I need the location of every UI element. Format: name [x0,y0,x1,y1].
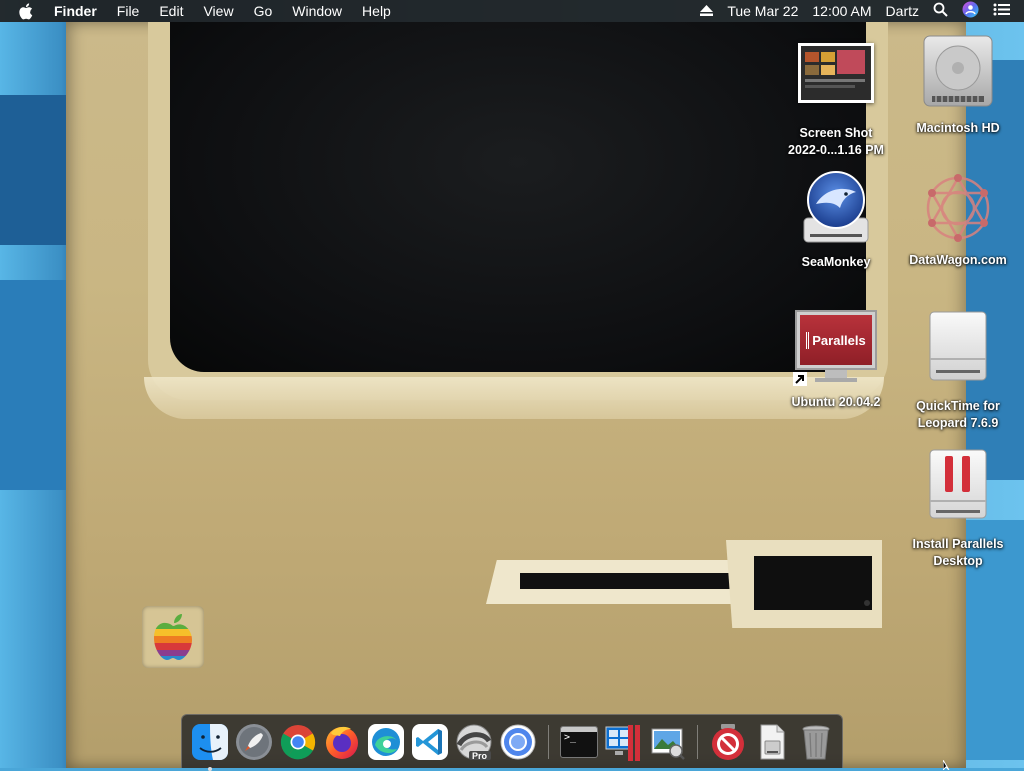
desktop-icon-seamonkey[interactable]: SeaMonkey [776,168,896,271]
control-center-icon[interactable] [993,3,1010,19]
dock-launchpad[interactable] [235,723,273,761]
desktop-icon-label: Leopard 7.6.9 [917,416,999,430]
alias-arrow-icon [793,372,807,386]
apple-menu-icon[interactable] [18,2,38,20]
chromium-icon [500,724,536,759]
desktop-icon-label: Desktop [933,554,983,568]
desktop-icon-datawagon[interactable]: DataWagon.com [898,168,1018,269]
datawagon-icon [918,168,998,248]
dock-terminal[interactable]: >_ [560,723,598,761]
menu-window[interactable]: Window [292,3,342,19]
siri-icon[interactable] [962,1,979,21]
parallels-installer-icon [712,723,744,760]
spotlight-search-icon[interactable] [933,2,948,20]
mouse-cursor-icon [943,760,950,770]
desktop-icon-label: 2022-0...1.16 PM [788,143,884,157]
menubar-status-area: Tue Mar 22 12:00 AM Dartz [700,1,1010,21]
preview-icon [651,728,685,760]
desktop-icon-label: DataWagon.com [909,253,1007,267]
dock-final-cut-pro[interactable]: Pro [455,723,493,761]
desktop-icon-ubuntu[interactable]: Parallels Ubuntu 20.04.2 [776,308,896,411]
dock-preview[interactable] [648,723,686,761]
menu-help[interactable]: Help [362,3,391,19]
rainbow-apple-badge [142,606,204,668]
parallels-badge-text: Parallels [806,331,866,349]
desktop-icon-quicktime[interactable]: QuickTime for Leopard 7.6.9 [898,306,1018,432]
user-menu[interactable]: Dartz [886,3,919,19]
eject-icon[interactable] [700,3,714,19]
dock-firefox[interactable] [323,723,361,761]
desktop-icon-screenshot[interactable]: Screen Shot 2022-0...1.16 PM [776,43,896,159]
edge-icon [368,723,404,760]
dock-chrome[interactable] [279,723,317,761]
menu-file[interactable]: File [117,3,140,19]
dock-vscode[interactable] [411,723,449,761]
desktop-icon-macintosh-hd[interactable]: Macintosh HD [898,30,1018,137]
dock-finder[interactable] [191,723,229,771]
terminal-prompt-text: >_ [564,731,577,743]
menu-finder[interactable]: Finder [54,3,97,19]
clock-date[interactable]: Tue Mar 22 [727,3,798,19]
desktop-icon-label: QuickTime for [916,399,1000,413]
menu-view[interactable]: View [203,3,233,19]
mac-crt-screen [170,22,866,372]
dock-separator [548,724,549,759]
dock-chromium[interactable] [499,723,537,761]
trash-icon [802,725,830,759]
dock-parallels-installer[interactable] [709,723,747,761]
desktop-icon-label: Screen Shot [799,126,873,140]
floppy-drive [486,540,886,628]
firefox-icon [326,726,358,759]
screenshot-thumbnail-icon [798,43,874,103]
hard-drive-icon [918,30,998,110]
desktop-icon-label: Macintosh HD [916,121,1000,135]
dock: Pro >_ [181,714,843,771]
rainbow-apple-icon [154,614,192,660]
pro-badge-label: Pro [472,750,488,761]
menu-go[interactable]: Go [254,3,273,19]
terminal-icon: >_ [560,725,598,758]
finder-icon [192,723,228,760]
dock-disk-image[interactable] [753,723,791,761]
seamonkey-disk-icon [796,168,876,248]
removable-disk-icon [918,306,998,386]
disk-image-icon [760,724,785,759]
clock-time[interactable]: 12:00 AM [812,3,871,19]
desktop-icon-label: SeaMonkey [801,255,871,269]
desktop-icon-label: Install Parallels [912,537,1004,551]
launchpad-rocket-icon [236,723,272,760]
dock-parallels-desktop[interactable] [604,723,642,761]
desktop-icon-label: Ubuntu 20.04.2 [791,395,881,409]
chrome-icon [280,724,316,759]
vscode-icon [412,723,448,760]
menu-edit[interactable]: Edit [159,3,183,19]
dock-edge[interactable] [367,723,405,761]
desktop-icon-install-parallels[interactable]: Install Parallels Desktop [898,444,1018,570]
parallels-alias-icon: Parallels [793,308,879,388]
parallels-desktop-icon [605,724,640,761]
dock-separator [697,724,698,759]
menu-bar: Finder File Edit View Go Window Help Tue… [0,0,1024,22]
parallels-installer-icon [918,444,998,524]
dock-trash[interactable] [797,723,835,761]
